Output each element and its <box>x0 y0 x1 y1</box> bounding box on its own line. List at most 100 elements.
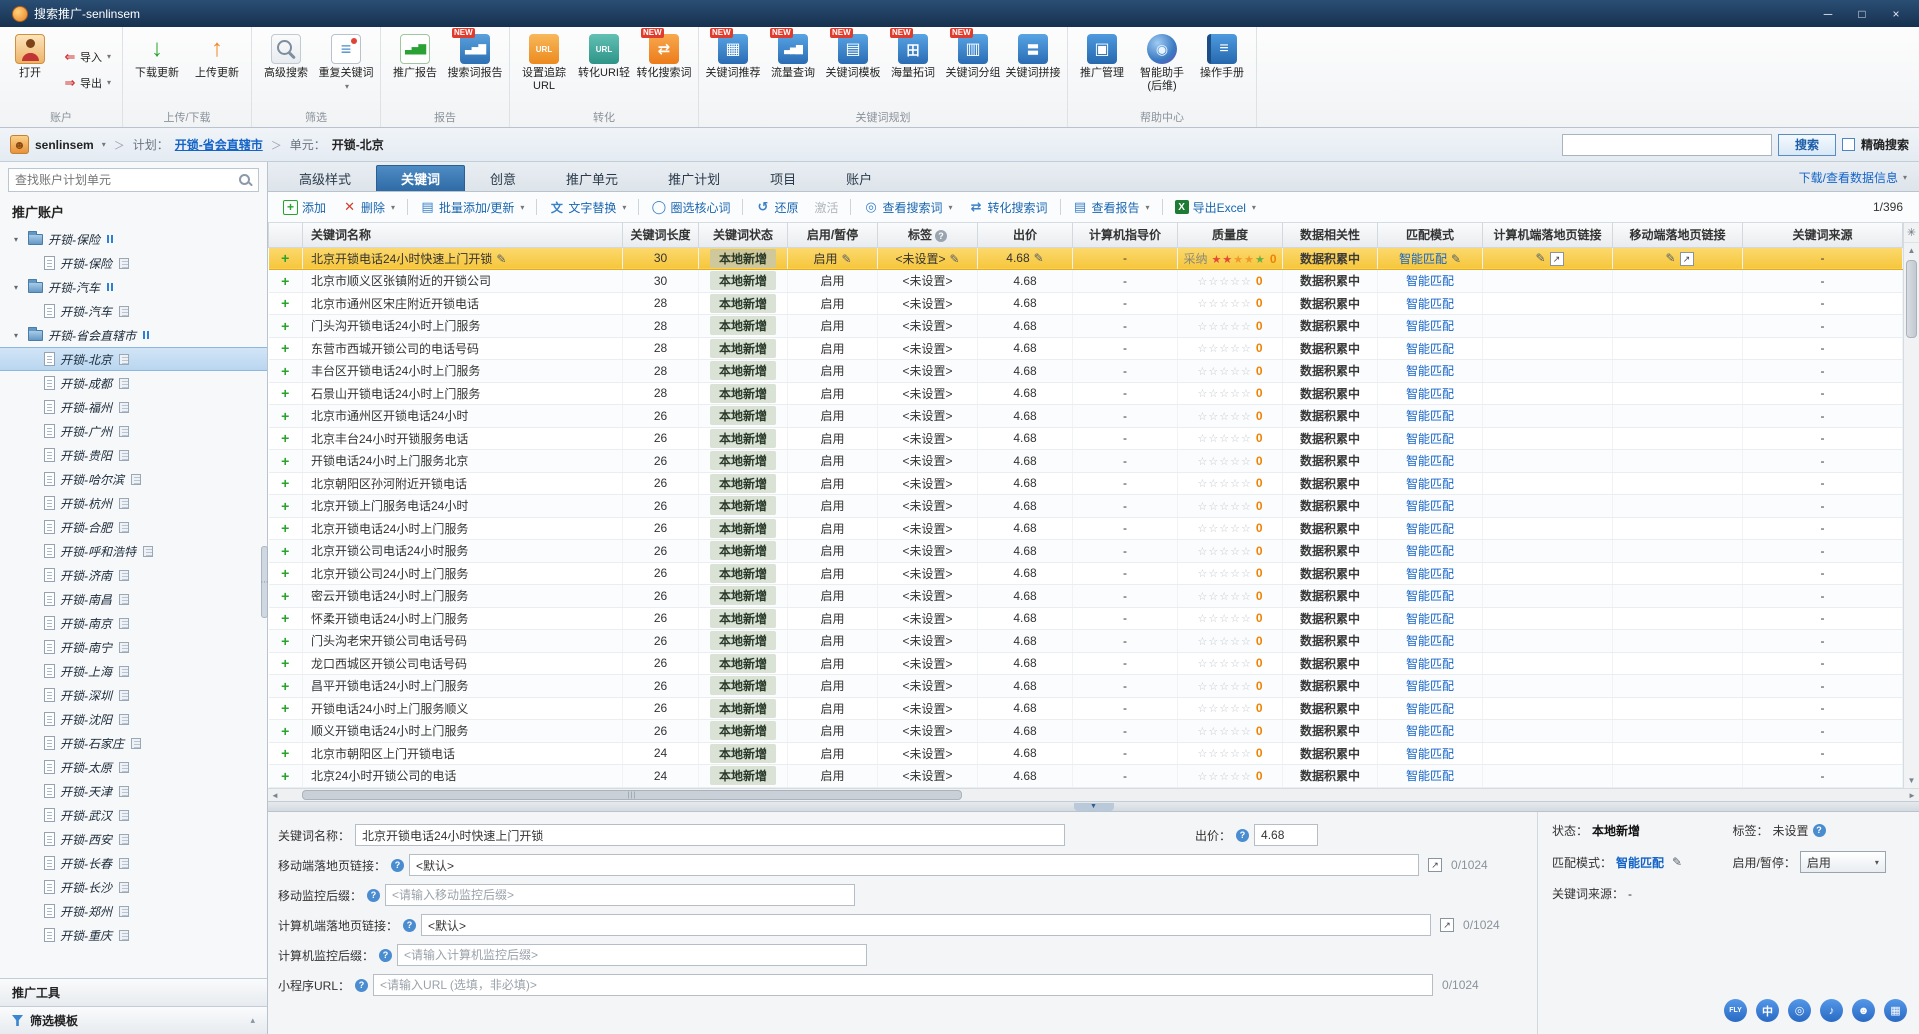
tree-unit-item[interactable]: 开锁-天津 <box>0 779 267 803</box>
keyword-row[interactable]: + 北京开锁公司电话24小时服务 26 本地新增 启用 <未设置> 4.68- ☆☆☆☆☆ 0 数… <box>268 539 1903 563</box>
column-header-price[interactable]: 出价 <box>977 223 1073 248</box>
keyword-row[interactable]: + 怀柔开锁电话24小时上门服务 26 本地新增 启用 <未设置> 4.68- ☆☆☆☆☆ 0 数… <box>268 607 1903 630</box>
column-header-guide[interactable]: 计算机指导价 <box>1072 223 1178 248</box>
scroll-left-button[interactable]: ◄ <box>268 791 282 800</box>
toolbar-button-dup-keyword[interactable]: 重复关键词▾ <box>316 29 376 110</box>
actionbar-button-view-query[interactable]: ◎ 查看搜索词 ▾ <box>856 196 959 219</box>
toolbar-button-export[interactable]: 导出 ▾ <box>59 73 115 93</box>
actionbar-button-batch[interactable]: ▤ 批量添加/更新 ▾ <box>413 196 531 219</box>
edit-icon[interactable]: ✎ <box>1034 251 1044 265</box>
download-view-data-link[interactable]: 下载/查看数据信息 ▾ <box>1799 169 1919 191</box>
add-keyword-icon[interactable]: + <box>281 633 289 649</box>
apps-icon[interactable]: ▦ <box>1884 999 1907 1022</box>
info-icon[interactable]: ? <box>403 918 417 932</box>
cn-icon[interactable]: 中 <box>1756 999 1779 1022</box>
keyword-row[interactable]: + 北京市通州区开锁电话24小时 26 本地新增 启用 <未设置> 4.68- ☆☆☆☆☆ 0 数… <box>268 404 1903 428</box>
actionbar-button-circle-core[interactable]: ◯ 圈选核心词 <box>644 196 737 219</box>
tree-unit-item[interactable]: 开锁-福州 <box>0 395 267 419</box>
keyword-name-input[interactable] <box>355 824 1066 846</box>
tree-unit-item[interactable]: 开锁-杭州 <box>0 491 267 515</box>
info-icon[interactable]: ? <box>391 858 405 872</box>
keyword-row[interactable]: + 顺义开锁电话24小时上门服务 26 本地新增 启用 <未设置> 4.68- ☆☆☆☆☆ 0 数… <box>268 719 1903 743</box>
toolbar-button-user-open[interactable]: 打开 <box>4 29 56 110</box>
keyword-row[interactable]: + 门头沟老宋开锁公司电话号码 26 本地新增 启用 <未设置> 4.68- ☆☆☆☆☆ 0 数据… <box>268 629 1903 653</box>
toolbar-button-manual[interactable]: 操作手册 <box>1192 29 1252 110</box>
tree-unit-item[interactable]: 开锁-上海 <box>0 659 267 683</box>
column-header-source[interactable]: 关键词来源 <box>1742 223 1903 248</box>
tree-campaign-item[interactable]: ▾ 开锁-汽车 <box>0 275 267 299</box>
maximize-button[interactable]: □ <box>1845 3 1879 25</box>
column-settings-gear-icon[interactable]: ✳ <box>1904 223 1919 243</box>
tab-创意[interactable]: 创意 <box>465 165 541 191</box>
tree-unit-item[interactable]: 开锁-呼和浩特 <box>0 539 267 563</box>
horizontal-scrollbar[interactable]: ◄ ||| ► <box>268 788 1919 801</box>
detail-field-input[interactable] <box>409 854 1420 876</box>
user-icon[interactable]: ☻ <box>1852 999 1875 1022</box>
actionbar-button-view-report[interactable]: ▤ 查看报告 ▾ <box>1066 196 1157 219</box>
breadcrumb-plan-link[interactable]: 开锁-省会直辖市 <box>175 136 263 153</box>
tab-推广单元[interactable]: 推广单元 <box>541 165 643 191</box>
toolbar-button-adv-search[interactable]: 高级搜索 <box>256 29 316 110</box>
column-header-tag[interactable]: 标签? <box>877 223 978 248</box>
keyword-row[interactable]: + 北京市朝阳区上门开锁电话 24 本地新增 启用 <未设置> 4.68- ☆☆☆☆☆ 0 数据积… <box>268 742 1903 765</box>
tab-关键词[interactable]: 关键词 <box>376 165 466 191</box>
sidebar-item-filter-templates[interactable]: 筛选模板 ▴ <box>0 1006 267 1034</box>
tab-项目[interactable]: 项目 <box>745 165 821 191</box>
voice-icon[interactable]: ♪ <box>1820 999 1843 1022</box>
keyword-row[interactable]: + 石景山开锁电话24小时上门服务 28 本地新增 启用 <未设置> 4.68- ☆☆☆☆☆ 0… <box>268 382 1903 405</box>
toolbar-button-kw-recommend[interactable]: NEW 关键词推荐 <box>703 28 763 110</box>
detail-field-input[interactable] <box>373 974 1434 996</box>
column-header-quality[interactable]: 质量度 <box>1177 223 1283 248</box>
search-button[interactable]: 搜索 <box>1777 133 1836 156</box>
actionbar-button-delete[interactable]: ✕ 删除 ▾ <box>335 196 402 219</box>
toolbar-button-promo-report[interactable]: 推广报告 <box>385 29 445 110</box>
tree-unit-item[interactable]: 开锁-长沙 <box>0 875 267 899</box>
sidebar-search-input[interactable] <box>15 173 238 187</box>
add-keyword-icon[interactable]: + <box>281 520 289 536</box>
column-header-rel[interactable]: 数据相关性 <box>1282 223 1378 248</box>
toolbar-button-kw-group[interactable]: NEW 关键词分组 <box>943 28 1003 110</box>
toolbar-button-traffic-query[interactable]: NEW 流量查询 <box>763 28 823 110</box>
account-caret-icon[interactable]: ▾ <box>102 140 106 149</box>
tree-unit-item[interactable]: 开锁-汽车 <box>0 299 267 323</box>
vertical-scroll-handle[interactable] <box>1906 260 1917 338</box>
info-icon[interactable]: ? <box>1236 828 1250 842</box>
page-indicator[interactable]: 1/396 <box>1873 200 1911 214</box>
toolbar-button-track-url[interactable]: 设置追踪URL <box>514 29 574 110</box>
keyword-row[interactable]: + 北京开锁公司24小时上门服务 26 本地新增 启用 <未设置> 4.68- ☆☆☆☆☆ 0 数… <box>268 562 1903 585</box>
tab-高级样式[interactable]: 高级样式 <box>274 165 376 191</box>
tree-unit-item[interactable]: 开锁-哈尔滨 <box>0 467 267 491</box>
keyword-row[interactable]: + 龙口西城区开锁公司电话号码 26 本地新增 启用 <未设置> 4.68- ☆☆☆☆☆ 0 数据… <box>268 652 1903 675</box>
add-keyword-icon[interactable]: + <box>281 250 289 266</box>
chevron-up-icon[interactable]: ▴ <box>250 1015 255 1026</box>
add-keyword-icon[interactable]: + <box>281 385 289 401</box>
toolbar-button-upload[interactable]: 上传更新 <box>187 29 247 110</box>
info-icon[interactable]: ? <box>1812 824 1826 837</box>
tree-unit-item[interactable]: 开锁-重庆 <box>0 923 267 947</box>
edit-icon[interactable]: ✎ <box>841 252 851 266</box>
keyword-row[interactable]: + 开锁电话24小时上门服务北京 26 本地新增 启用 <未设置> 4.68- ☆☆☆☆☆ 0 数… <box>268 449 1903 473</box>
sidebar-item-promo-tools[interactable]: 推广工具 <box>0 978 267 1006</box>
column-header-len[interactable]: 关键词长度 <box>622 223 699 248</box>
toolbar-button-kw-concat[interactable]: 关键词拼接 <box>1003 29 1063 110</box>
tree-unit-item[interactable]: 开锁-石家庄 <box>0 731 267 755</box>
info-icon[interactable]: ? <box>367 888 381 902</box>
add-keyword-icon[interactable]: + <box>281 340 289 356</box>
keyword-row[interactable]: + 北京市通州区宋庄附近开锁电话 28 本地新增 启用 <未设置> 4.68- ☆☆☆☆☆ 0 数… <box>268 292 1903 315</box>
tree-unit-item[interactable]: 开锁-长春 <box>0 851 267 875</box>
external-link-icon[interactable]: ↗ <box>1440 918 1455 932</box>
tree-unit-item[interactable]: 开锁-北京 <box>0 347 267 371</box>
add-keyword-icon[interactable]: + <box>281 295 289 311</box>
breadcrumb-account[interactable]: senlinsem <box>35 138 94 152</box>
keyword-row[interactable]: + 北京市顺义区张镇附近的开锁公司 30 本地新增 启用 <未设置> 4.68- ☆☆☆☆☆ 0… <box>268 269 1903 293</box>
tree-unit-item[interactable]: 开锁-武汉 <box>0 803 267 827</box>
panel-splitter[interactable]: ▼ <box>268 801 1919 812</box>
tree-unit-item[interactable]: 开锁-保险 <box>0 251 267 275</box>
column-header-name[interactable]: 关键词名称 <box>302 223 623 248</box>
tree-unit-item[interactable]: 开锁-太原 <box>0 755 267 779</box>
add-keyword-icon[interactable]: + <box>281 678 289 694</box>
edit-icon[interactable]: ✎ <box>949 252 959 266</box>
external-link-icon[interactable]: ↗ <box>1549 251 1564 266</box>
keyword-row[interactable]: + 北京24小时开锁公司的电话 24 本地新增 启用 <未设置> 4.68- ☆☆☆☆☆ 0 数据… <box>268 764 1903 788</box>
external-link-icon[interactable]: ↗ <box>1679 251 1694 266</box>
